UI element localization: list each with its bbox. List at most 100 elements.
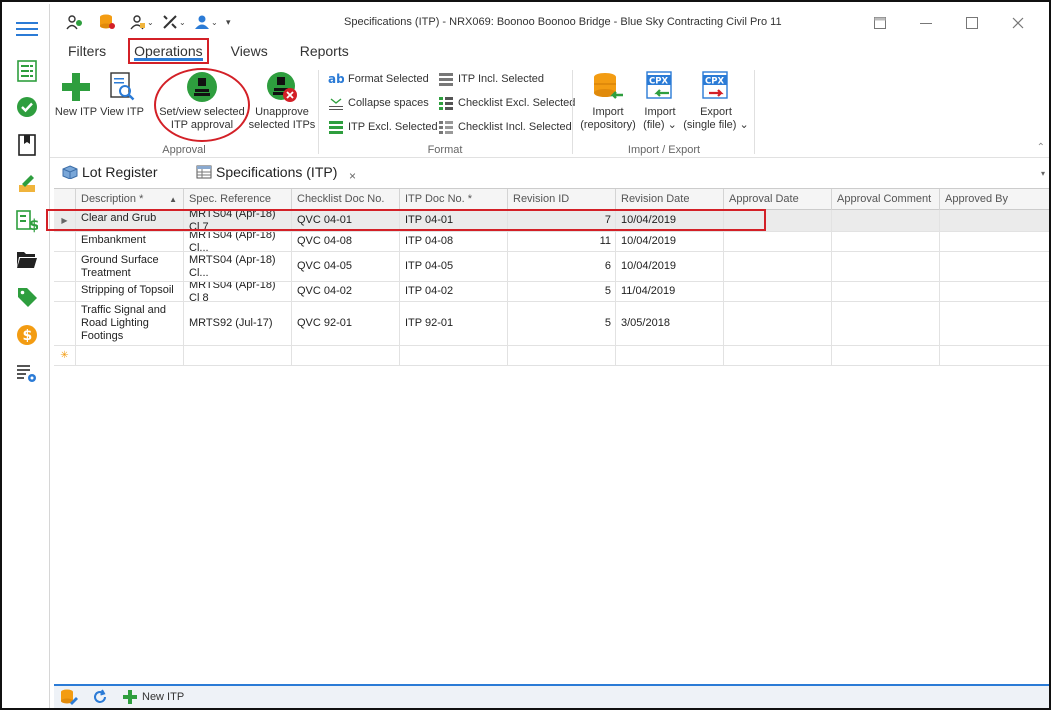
cell-revision-date[interactable]: 3/05/2018	[616, 302, 724, 345]
header-description[interactable]: Description * ▲	[76, 189, 184, 210]
tab-reports[interactable]: Reports	[290, 40, 359, 64]
tab-specifications-itp[interactable]: Specifications (ITP)	[196, 164, 337, 180]
cell-itp-doc-no[interactable]: ITP 04-05	[400, 252, 508, 281]
checklist-incl-selected-button[interactable]: Checklist Incl. Selected	[438, 120, 572, 134]
cell-approval-date[interactable]	[724, 346, 832, 365]
cell-approved-by[interactable]	[940, 210, 1049, 231]
cell-checklist-doc-no[interactable]	[292, 346, 400, 365]
cell-spec-reference[interactable]: MRTS92 (Jul-17)	[184, 302, 292, 345]
export-single-file-button[interactable]: CPX Export (single file) ⌄	[682, 70, 750, 132]
tab-lot-register[interactable]: Lot Register	[62, 164, 157, 180]
cell-revision-date[interactable]: 11/04/2019	[616, 282, 724, 301]
cell-revision-id[interactable]: 5	[508, 282, 616, 301]
table-row[interactable]: Embankment MRTS04 (Apr-18) Cl... QVC 04-…	[54, 232, 1049, 252]
qat-customize-dropdown-icon[interactable]: ▾	[226, 13, 254, 31]
cell-approval-comment[interactable]	[832, 252, 940, 281]
cell-approval-comment[interactable]	[832, 346, 940, 365]
header-approved-by[interactable]: Approved By	[940, 189, 1049, 210]
close-icon[interactable]	[995, 12, 1041, 34]
close-tab-icon[interactable]: ×	[349, 169, 356, 183]
register-list-icon[interactable]	[14, 58, 40, 84]
cell-revision-id[interactable]: 11	[508, 232, 616, 251]
ribbon-display-icon[interactable]	[857, 12, 903, 34]
table-row[interactable]: Ground Surface Treatment MRTS04 (Apr-18)…	[54, 252, 1049, 282]
check-circle-icon[interactable]	[14, 94, 40, 120]
cell-revision-id[interactable]	[508, 346, 616, 365]
cell-checklist-doc-no[interactable]: QVC 04-05	[292, 252, 400, 281]
cell-itp-doc-no[interactable]: ITP 04-08	[400, 232, 508, 251]
itp-incl-selected-button[interactable]: ITP Incl. Selected	[438, 72, 544, 86]
cell-approval-date[interactable]	[724, 252, 832, 281]
header-itp-doc-no[interactable]: ITP Doc No. *	[400, 189, 508, 210]
cell-itp-doc-no[interactable]: ITP 04-02	[400, 282, 508, 301]
itp-excl-selected-button[interactable]: ITP Excl. Selected	[328, 120, 438, 134]
dollar-coin-icon[interactable]: $	[14, 322, 40, 348]
cell-approval-date[interactable]	[724, 232, 832, 251]
collapse-spaces-button[interactable]: Collapse spaces	[328, 96, 429, 110]
cell-revision-date[interactable]	[616, 346, 724, 365]
cell-revision-date[interactable]: 10/04/2019	[616, 252, 724, 281]
tag-icon[interactable]	[14, 284, 40, 310]
format-selected-button[interactable]: ab Format Selected	[328, 72, 429, 86]
qat-user-dropdown-icon[interactable]: ⌄	[130, 13, 158, 31]
cell-approval-date[interactable]	[724, 302, 832, 345]
cell-itp-doc-no[interactable]: ITP 92-01	[400, 302, 508, 345]
cell-spec-reference[interactable]: MRTS04 (Apr-18) Cl 8	[184, 282, 292, 301]
cell-spec-reference[interactable]: MRTS04 (Apr-18) Cl...	[184, 232, 292, 251]
cell-checklist-doc-no[interactable]: QVC 04-02	[292, 282, 400, 301]
header-checklist-doc-no[interactable]: Checklist Doc No.	[292, 189, 400, 210]
cell-approved-by[interactable]	[940, 346, 1049, 365]
header-approval-date[interactable]: Approval Date	[724, 189, 832, 210]
collapse-ribbon-icon[interactable]: ⌃	[1037, 142, 1045, 153]
tab-views[interactable]: Views	[221, 40, 278, 64]
minimize-icon[interactable]	[903, 12, 949, 34]
import-repository-button[interactable]: Import (repository)	[578, 70, 638, 132]
table-settings-icon[interactable]	[14, 360, 40, 386]
new-item-row[interactable]: ✳	[54, 346, 1049, 366]
cell-spec-reference[interactable]: MRTS04 (Apr-18) Cl...	[184, 252, 292, 281]
cell-approval-date[interactable]	[724, 282, 832, 301]
cell-revision-id[interactable]: 5	[508, 302, 616, 345]
cell-approved-by[interactable]	[940, 302, 1049, 345]
header-spec-reference[interactable]: Spec. Reference	[184, 189, 292, 210]
cell-revision-id[interactable]: 6	[508, 252, 616, 281]
cell-description[interactable]: Ground Surface Treatment	[76, 252, 184, 281]
qat-people-icon[interactable]	[66, 13, 94, 31]
header-revision-id[interactable]: Revision ID	[508, 189, 616, 210]
cell-revision-date[interactable]: 10/04/2019	[616, 232, 724, 251]
cell-approval-comment[interactable]	[832, 210, 940, 231]
cell-approval-comment[interactable]	[832, 232, 940, 251]
header-approval-comment[interactable]: Approval Comment	[832, 189, 940, 210]
qat-tools-dropdown-icon[interactable]: ⌄	[162, 13, 190, 31]
new-itp-button[interactable]: New ITP	[54, 70, 98, 119]
table-row[interactable]: Stripping of Topsoil MRTS04 (Apr-18) Cl …	[54, 282, 1049, 302]
cell-approved-by[interactable]	[940, 282, 1049, 301]
checklist-excl-selected-button[interactable]: Checklist Excl. Selected	[438, 96, 575, 110]
database-edit-button[interactable]	[60, 689, 78, 705]
maximize-icon[interactable]	[949, 12, 995, 34]
cell-checklist-doc-no[interactable]: QVC 92-01	[292, 302, 400, 345]
tabs-dropdown-icon[interactable]: ▾	[1041, 169, 1045, 178]
cell-approved-by[interactable]	[940, 252, 1049, 281]
cell-description[interactable]: Traffic Signal and Road Lighting Footing…	[76, 302, 184, 345]
cost-sheet-icon[interactable]: $	[14, 208, 40, 234]
cell-approved-by[interactable]	[940, 232, 1049, 251]
refresh-button[interactable]	[92, 689, 108, 705]
qat-database-icon[interactable]	[98, 13, 126, 31]
bottom-new-itp-button[interactable]: New ITP	[122, 689, 184, 705]
cell-itp-doc-no[interactable]	[400, 346, 508, 365]
import-file-button[interactable]: CPX Import (file) ⌄	[638, 70, 682, 132]
cell-approval-comment[interactable]	[832, 282, 940, 301]
cell-approval-comment[interactable]	[832, 302, 940, 345]
cell-spec-reference[interactable]	[184, 346, 292, 365]
cell-description[interactable]: Stripping of Topsoil	[76, 282, 184, 301]
hamburger-menu-icon[interactable]	[14, 16, 40, 42]
folder-open-icon[interactable]	[14, 246, 40, 272]
view-itp-button[interactable]: View ITP	[98, 70, 146, 119]
cell-description[interactable]: Embankment	[76, 232, 184, 251]
bookmark-book-icon[interactable]	[14, 132, 40, 158]
unapprove-itps-button[interactable]: Unapprove selected ITPs	[248, 70, 316, 132]
header-revision-date[interactable]: Revision Date	[616, 189, 724, 210]
table-row[interactable]: Traffic Signal and Road Lighting Footing…	[54, 302, 1049, 346]
cell-checklist-doc-no[interactable]: QVC 04-08	[292, 232, 400, 251]
